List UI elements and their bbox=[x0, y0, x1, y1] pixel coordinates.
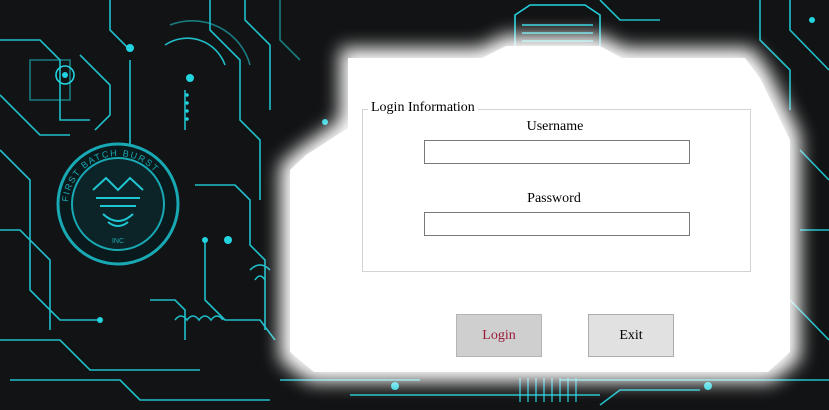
exit-button[interactable]: Exit bbox=[588, 314, 674, 357]
login-button[interactable]: Login bbox=[456, 314, 542, 357]
password-input[interactable] bbox=[424, 212, 690, 236]
logo-caption-bottom: INC bbox=[112, 238, 124, 245]
password-label: Password bbox=[527, 191, 581, 206]
username-label: Username bbox=[526, 119, 584, 134]
logo-emblem: FIRST BATCH BURST INC bbox=[56, 142, 180, 266]
login-information-title: Login Information bbox=[368, 100, 478, 116]
username-input[interactable] bbox=[424, 140, 690, 164]
